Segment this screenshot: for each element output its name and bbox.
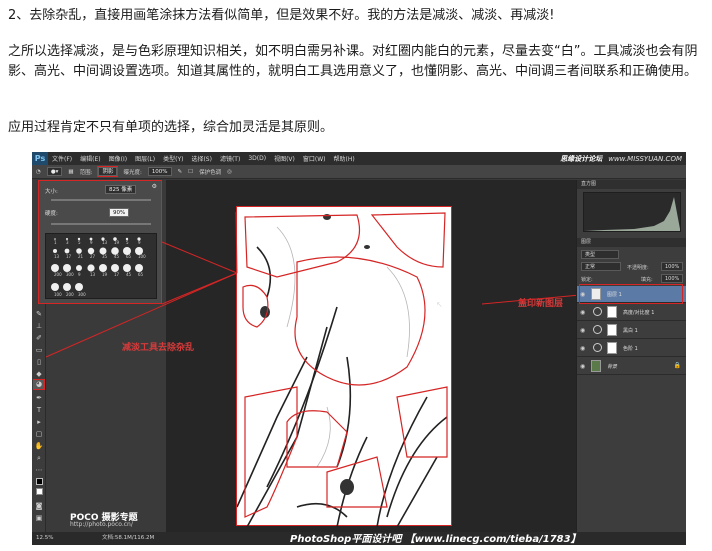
- paragraph-principle: 应用过程肯定不只有单项的选择，综合加灵活是其原则。: [8, 120, 334, 135]
- poco-url: http://photo.poco.cn/: [70, 521, 133, 528]
- layer-mask-thumbnail: [607, 324, 617, 336]
- photoshop-screenshot: Ps 文件(F) 编辑(E) 图像(I) 图层(L) 类型(Y) 选择(S) 滤…: [32, 152, 686, 545]
- adjustment-icon: [593, 325, 602, 334]
- layer-mask-thumbnail: [607, 342, 617, 354]
- blend-mode-select[interactable]: 正常: [581, 262, 621, 271]
- layer-row-background[interactable]: ◉ 背景 🔒: [577, 358, 686, 375]
- layer-name: 黑白 1: [623, 328, 638, 334]
- paragraph-explanation: 之所以选择减淡，是与色彩原理知识相关，如不明白需另补课。对红圈内能白的元素，尽量…: [8, 44, 698, 79]
- visibility-eye-icon[interactable]: ◉: [580, 309, 585, 316]
- layer-kind-filter[interactable]: 类型: [581, 250, 619, 259]
- opacity-label: 不透明度:: [627, 265, 649, 271]
- layers-tab[interactable]: 图层: [577, 238, 686, 247]
- layer-row-levels[interactable]: ◉ 色阶 1: [577, 340, 686, 357]
- histogram-chart: [583, 192, 681, 232]
- opacity-input[interactable]: 100%: [661, 262, 683, 271]
- layer-mask-thumbnail: [607, 306, 617, 318]
- layer-name: 背景: [607, 364, 618, 370]
- stamp-layer-highlight: [579, 284, 683, 304]
- layer-row-brightness-contrast[interactable]: ◉ 高度/对比度 1: [577, 304, 686, 321]
- histogram-tab[interactable]: 直方图: [577, 180, 686, 189]
- tieba-watermark: PhotoShop平面设计吧 【www.linecg.com/tieba/178…: [290, 534, 581, 545]
- zoom-level[interactable]: 12.5%: [36, 532, 53, 545]
- layer-name: 高度/对比度 1: [623, 310, 655, 316]
- fill-input[interactable]: 100%: [661, 274, 683, 283]
- visibility-eye-icon[interactable]: ◉: [580, 345, 585, 352]
- layer-row-black-white[interactable]: ◉ 黑白 1: [577, 322, 686, 339]
- fill-label: 填充:: [641, 277, 653, 283]
- lock-label: 锁定:: [581, 277, 593, 283]
- lock-icon: 🔒: [673, 362, 681, 369]
- histogram-graph: [584, 197, 680, 231]
- document-info: 文档:58.1M/116.2M: [102, 535, 155, 541]
- adjustment-icon: [593, 307, 602, 316]
- adjustment-icon: [593, 343, 602, 352]
- layer-name: 色阶 1: [623, 346, 638, 352]
- layer-thumbnail: [591, 360, 601, 372]
- visibility-eye-icon[interactable]: ◉: [580, 363, 585, 370]
- visibility-eye-icon[interactable]: ◉: [580, 327, 585, 334]
- right-panels: 直方图 图层 类型 正常 不透明度: 100% 锁定: 填充: 100% ◉ 图…: [576, 180, 686, 532]
- paragraph-step-2: 2、去除杂乱，直接用画笔涂抹方法看似简单，但是效果不好。我的方法是减淡、减淡、再…: [8, 8, 555, 23]
